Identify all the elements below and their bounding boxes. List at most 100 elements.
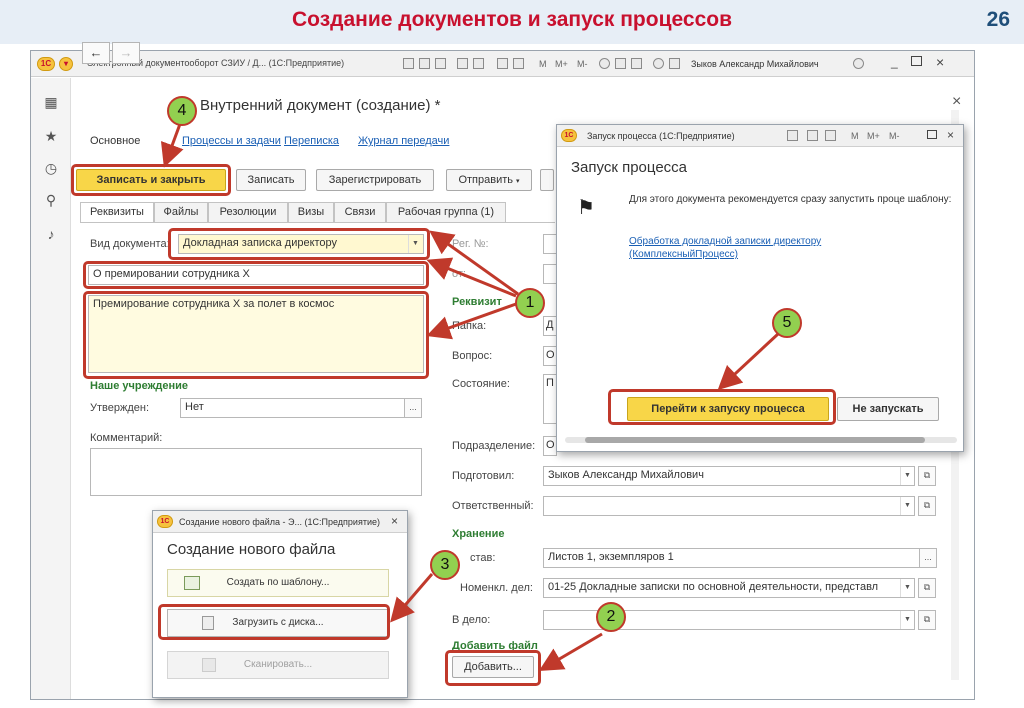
refresh-icon[interactable] [615, 58, 626, 69]
back-button[interactable]: ← [82, 42, 110, 64]
preview-icon[interactable] [435, 58, 446, 69]
calendar-icon[interactable] [513, 58, 524, 69]
case-dropdown-icon[interactable]: ▼ [900, 611, 914, 629]
reg-no-input[interactable] [543, 234, 557, 254]
dialog-calendar-icon[interactable] [825, 130, 836, 141]
table-icon[interactable] [497, 58, 508, 69]
save-button[interactable]: Записать [236, 169, 306, 191]
slide-title: Создание документов и запуск процессов [291, 8, 732, 31]
section-processes-link[interactable]: Процессы и задачи [182, 135, 281, 147]
save-icon[interactable] [403, 58, 414, 69]
dialog-m-plus-button[interactable]: M+ [867, 131, 880, 141]
add-file-button[interactable]: Добавить... [452, 656, 534, 678]
dialog-m-minus-button[interactable]: M- [889, 131, 900, 141]
notifications-bell-icon[interactable]: ♪ [43, 226, 59, 242]
more-button[interactable] [540, 169, 554, 191]
dialog-table-icon[interactable] [807, 130, 818, 141]
tab-resolutions[interactable]: Резолюции [208, 202, 288, 222]
nomencl-input[interactable]: 01-25 Докладные записки по основной деят… [543, 578, 915, 598]
memory-plus-button[interactable]: M+ [555, 59, 568, 69]
zoom-icon[interactable] [653, 58, 664, 69]
file-dialog-logo-icon: 1С [157, 515, 173, 528]
file-dialog-close-icon[interactable]: × [391, 514, 398, 528]
process-dialog-scroll-thumb[interactable] [585, 437, 925, 443]
composition-select-button[interactable]: ... [919, 548, 937, 568]
search-icon[interactable]: ⚲ [43, 192, 59, 208]
tab-files[interactable]: Файлы [154, 202, 208, 222]
memory-m-button[interactable]: M [539, 59, 547, 69]
bell-icon[interactable] [631, 58, 642, 69]
mail-icon[interactable] [473, 58, 484, 69]
section-main[interactable]: Основное [90, 135, 140, 147]
scan-label: Сканировать... [243, 659, 313, 670]
register-button[interactable]: Зарегистрировать [316, 169, 434, 191]
prepared-dropdown-icon[interactable]: ▼ [900, 467, 914, 485]
menu-circle-icon[interactable]: ▾ [59, 57, 73, 71]
save-and-close-button[interactable]: Записать и закрыть [76, 169, 226, 191]
layout-icon[interactable] [669, 58, 680, 69]
process-dialog-heading: Запуск процесса [571, 159, 688, 176]
form-close-icon[interactable]: × [952, 93, 961, 111]
send-button[interactable]: Отправить ▾ [446, 169, 532, 191]
do-not-launch-button[interactable]: Не запускать [837, 397, 939, 421]
reg-no-label: Рег. №: [452, 238, 489, 250]
responsible-open-icon[interactable]: ⧉ [918, 496, 936, 516]
grid-menu-icon[interactable]: ▦ [43, 94, 59, 110]
tab-visas[interactable]: Визы [288, 202, 334, 222]
create-from-template-label: Создать по шаблону... [226, 577, 330, 588]
search-icon[interactable] [599, 58, 610, 69]
add-file-header: Добавить файл [452, 640, 538, 652]
tab-requisites[interactable]: Реквизиты [80, 202, 154, 223]
content-textarea[interactable]: Премирование сотрудника Х за полет в кос… [88, 295, 424, 373]
info-icon[interactable] [853, 58, 864, 69]
attach-icon[interactable] [457, 58, 468, 69]
window-close-icon[interactable]: × [936, 54, 944, 70]
case-open-icon[interactable]: ⧉ [918, 610, 936, 630]
dialog-print-icon[interactable] [787, 130, 798, 141]
send-button-label: Отправить [458, 174, 513, 186]
state-input[interactable]: П [543, 374, 557, 424]
dialog-close-icon[interactable]: × [947, 128, 954, 142]
doc-type-select[interactable]: Докладная записка директору [178, 234, 424, 254]
nomencl-open-icon[interactable]: ⧉ [918, 578, 936, 598]
from-input[interactable] [543, 264, 557, 284]
tab-workgroup[interactable]: Рабочая группа (1) [386, 202, 506, 222]
dialog-maximize-icon[interactable] [927, 130, 937, 139]
subject-input[interactable]: О премировании сотрудника Х [88, 265, 424, 285]
user-name[interactable]: Зыков Александр Михайлович [691, 59, 819, 69]
file-dialog-titlebar: 1С Создание нового файла - Э... (1С:Пред… [153, 511, 407, 533]
upload-from-disk-button[interactable]: Загрузить с диска... [167, 609, 389, 637]
case-label: В дело: [452, 614, 491, 626]
section-correspondence-link[interactable]: Переписка [284, 135, 339, 147]
history-icon[interactable]: ◷ [43, 160, 59, 176]
process-dialog-titlebar: 1С Запуск процесса (1С:Предприятие) M M+… [557, 125, 963, 147]
prepared-open-icon[interactable]: ⧉ [918, 466, 936, 486]
process-dialog-title: Запуск процесса (1С:Предприятие) [587, 131, 735, 141]
responsible-input[interactable] [543, 496, 915, 516]
nomencl-dropdown-icon[interactable]: ▼ [900, 579, 914, 597]
tab-links[interactable]: Связи [334, 202, 386, 222]
forward-button[interactable]: → [112, 42, 140, 64]
department-input[interactable]: О [543, 436, 557, 456]
process-dialog-scrollbar[interactable] [565, 437, 957, 443]
prepared-input[interactable]: Зыков Александр Михайлович [543, 466, 915, 486]
question-input[interactable]: О [543, 346, 557, 366]
composition-input[interactable]: Листов 1, экземпляров 1 [543, 548, 921, 568]
dialog-m-button[interactable]: M [851, 131, 859, 141]
approved-select-button[interactable]: ... [404, 398, 422, 418]
minimize-icon[interactable]: _ [891, 55, 898, 69]
favorites-star-icon[interactable]: ★ [43, 128, 59, 144]
process-template-link[interactable]: Обработка докладной записки директору (К… [629, 235, 879, 261]
approved-input[interactable]: Нет [180, 398, 406, 418]
scan-button[interactable]: Сканировать... [167, 651, 389, 679]
folder-input[interactable]: Д [543, 316, 557, 336]
create-from-template-button[interactable]: Создать по шаблону... [167, 569, 389, 597]
section-transfer-log-link[interactable]: Журнал передачи [358, 135, 449, 147]
doc-type-dropdown-icon[interactable]: ▼ [408, 235, 422, 253]
comment-textarea[interactable] [90, 448, 422, 496]
maximize-icon[interactable] [911, 56, 922, 66]
responsible-dropdown-icon[interactable]: ▼ [900, 497, 914, 515]
memory-minus-button[interactable]: M- [577, 59, 588, 69]
print-icon[interactable] [419, 58, 430, 69]
go-to-process-launch-button[interactable]: Перейти к запуску процесса [627, 397, 829, 421]
